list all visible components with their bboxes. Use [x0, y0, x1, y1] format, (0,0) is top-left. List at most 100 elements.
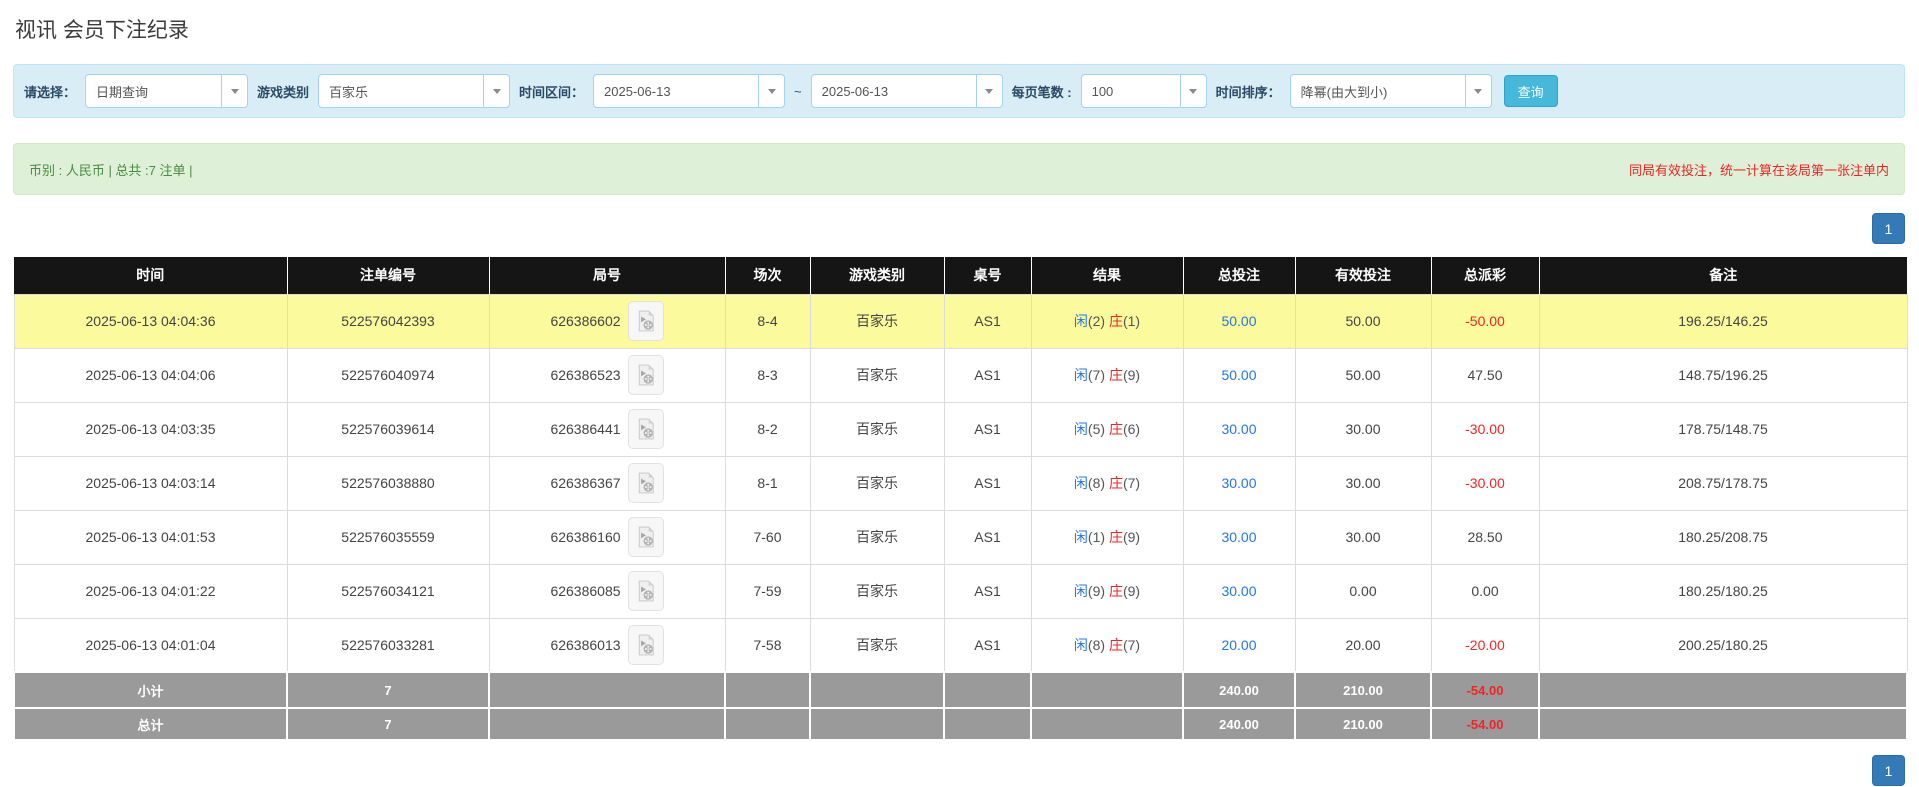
- cell-session: 8-1: [725, 456, 810, 510]
- page: 视讯 会员下注纪录 请选择： 日期查询 游戏类别 百家乐 时间区间： 2025-…: [0, 0, 1919, 786]
- cell-remark: 196.25/146.25: [1539, 294, 1907, 348]
- round-id-text: 626386085: [550, 583, 620, 599]
- time-sort-value: 降幂(由大到小): [1291, 82, 1465, 101]
- total-valid-bet: 210.00: [1295, 708, 1431, 740]
- cell-time: 2025-06-13 04:01:04: [14, 618, 287, 672]
- cell-session: 7-59: [725, 564, 810, 618]
- video-file-icon-button[interactable]: [628, 625, 664, 665]
- cell-time: 2025-06-13 04:03:14: [14, 456, 287, 510]
- records-table: 时间 注单编号 局号 场次 游戏类别 桌号 结果 总投注 有效投注 总派彩 备注…: [13, 257, 1908, 741]
- cell-round-id: 626386523: [489, 348, 725, 402]
- cell-result: 闲(2) 庄(1): [1031, 294, 1183, 348]
- table-row[interactable]: 2025-06-13 04:01:53 522576035559 6263861…: [14, 510, 1907, 564]
- video-file-icon-button[interactable]: [628, 409, 664, 449]
- cell-valid-bet: 30.00: [1295, 456, 1431, 510]
- col-header-table-no: 桌号: [944, 257, 1031, 294]
- table-body: 2025-06-13 04:04:36 522576042393 6263866…: [14, 294, 1907, 672]
- cell-bet-id: 522576035559: [287, 510, 489, 564]
- col-header-remark: 备注: [1539, 257, 1907, 294]
- table-row[interactable]: 2025-06-13 04:04:36 522576042393 6263866…: [14, 294, 1907, 348]
- result-player-score: (8): [1088, 637, 1105, 653]
- query-type-value: 日期查询: [86, 82, 221, 101]
- cell-time: 2025-06-13 04:01:22: [14, 564, 287, 618]
- cell-total-bet: 30.00: [1183, 402, 1295, 456]
- round-id-text: 626386523: [550, 367, 620, 383]
- cell-valid-bet: 30.00: [1295, 402, 1431, 456]
- cell-payout: -30.00: [1431, 456, 1539, 510]
- table-row[interactable]: 2025-06-13 04:03:14 522576038880 6263863…: [14, 456, 1907, 510]
- table-row[interactable]: 2025-06-13 04:01:22 522576034121 6263860…: [14, 564, 1907, 618]
- cell-time: 2025-06-13 04:04:36: [14, 294, 287, 348]
- cell-payout: -30.00: [1431, 402, 1539, 456]
- result-banker-label: 庄: [1109, 475, 1123, 491]
- cell-total-bet: 30.00: [1183, 564, 1295, 618]
- col-header-payout: 总派彩: [1431, 257, 1539, 294]
- video-file-icon-button[interactable]: [628, 571, 664, 611]
- search-button[interactable]: 查询: [1504, 75, 1558, 107]
- cell-result: 闲(1) 庄(9): [1031, 510, 1183, 564]
- result-banker-label: 庄: [1109, 637, 1123, 653]
- table-row[interactable]: 2025-06-13 04:01:04 522576033281 6263860…: [14, 618, 1907, 672]
- result-player-score: (8): [1088, 475, 1105, 491]
- cell-remark: 180.25/180.25: [1539, 564, 1907, 618]
- video-file-icon-button[interactable]: [628, 355, 664, 395]
- cell-remark: 178.75/148.75: [1539, 402, 1907, 456]
- result-banker-label: 庄: [1109, 421, 1123, 437]
- video-file-icon-button[interactable]: [628, 463, 664, 503]
- table-row[interactable]: 2025-06-13 04:04:06 522576040974 6263865…: [14, 348, 1907, 402]
- cell-session: 7-60: [725, 510, 810, 564]
- cell-result: 闲(8) 庄(7): [1031, 456, 1183, 510]
- pagination-bottom: 1: [13, 755, 1905, 786]
- result-banker-score: (1): [1123, 313, 1140, 329]
- cell-remark: 180.25/208.75: [1539, 510, 1907, 564]
- page-button-1[interactable]: 1: [1872, 755, 1905, 786]
- cell-round-id: 626386013: [489, 618, 725, 672]
- cell-remark: 208.75/178.75: [1539, 456, 1907, 510]
- chevron-down-icon: [483, 75, 509, 107]
- page-button-1[interactable]: 1: [1872, 213, 1905, 244]
- cell-table-no: AS1: [944, 618, 1031, 672]
- date-to-select[interactable]: 2025-06-13: [811, 74, 1003, 108]
- table-row[interactable]: 2025-06-13 04:03:35 522576039614 6263864…: [14, 402, 1907, 456]
- date-to-value: 2025-06-13: [812, 84, 976, 99]
- summary-bar: 币别 : 人民币 | 总共 :7 注单 | 同局有效投注，统一计算在该局第一张注…: [13, 143, 1905, 195]
- result-player-label: 闲: [1074, 313, 1088, 329]
- query-type-select[interactable]: 日期查询: [85, 74, 248, 108]
- cell-round-id: 626386367: [489, 456, 725, 510]
- result-player-label: 闲: [1074, 421, 1088, 437]
- cell-table-no: AS1: [944, 564, 1031, 618]
- subtotal-valid-bet: 210.00: [1295, 672, 1431, 708]
- game-type-select[interactable]: 百家乐: [318, 74, 510, 108]
- col-header-total-bet: 总投注: [1183, 257, 1295, 294]
- cell-total-bet: 50.00: [1183, 348, 1295, 402]
- date-range-label: 时间区间：: [519, 82, 584, 101]
- video-file-icon: [637, 310, 655, 332]
- col-header-session: 场次: [725, 257, 810, 294]
- cell-table-no: AS1: [944, 294, 1031, 348]
- cell-round-id: 626386160: [489, 510, 725, 564]
- time-sort-select[interactable]: 降幂(由大到小): [1290, 74, 1492, 108]
- chevron-down-icon: [221, 75, 247, 107]
- subtotal-row: 小计 7 240.00 210.00 -54.00: [14, 672, 1907, 708]
- date-from-select[interactable]: 2025-06-13: [593, 74, 785, 108]
- cell-table-no: AS1: [944, 402, 1031, 456]
- pagination-top: 1: [13, 213, 1905, 244]
- video-file-icon: [637, 580, 655, 602]
- result-banker-score: (9): [1123, 583, 1140, 599]
- cell-bet-id: 522576040974: [287, 348, 489, 402]
- cell-bet-id: 522576039614: [287, 402, 489, 456]
- chevron-down-icon: [976, 75, 1002, 107]
- result-banker-label: 庄: [1109, 367, 1123, 383]
- result-banker-score: (6): [1123, 421, 1140, 437]
- page-size-select[interactable]: 100: [1081, 74, 1207, 108]
- cell-payout: -50.00: [1431, 294, 1539, 348]
- result-player-score: (9): [1088, 583, 1105, 599]
- chevron-down-icon: [1465, 75, 1491, 107]
- video-file-icon-button[interactable]: [628, 301, 664, 341]
- video-file-icon-button[interactable]: [628, 517, 664, 557]
- subtotal-payout: -54.00: [1431, 672, 1539, 708]
- game-type-label: 游戏类别: [257, 82, 309, 101]
- subtotal-label: 小计: [14, 672, 287, 708]
- cell-payout: 47.50: [1431, 348, 1539, 402]
- cell-session: 8-3: [725, 348, 810, 402]
